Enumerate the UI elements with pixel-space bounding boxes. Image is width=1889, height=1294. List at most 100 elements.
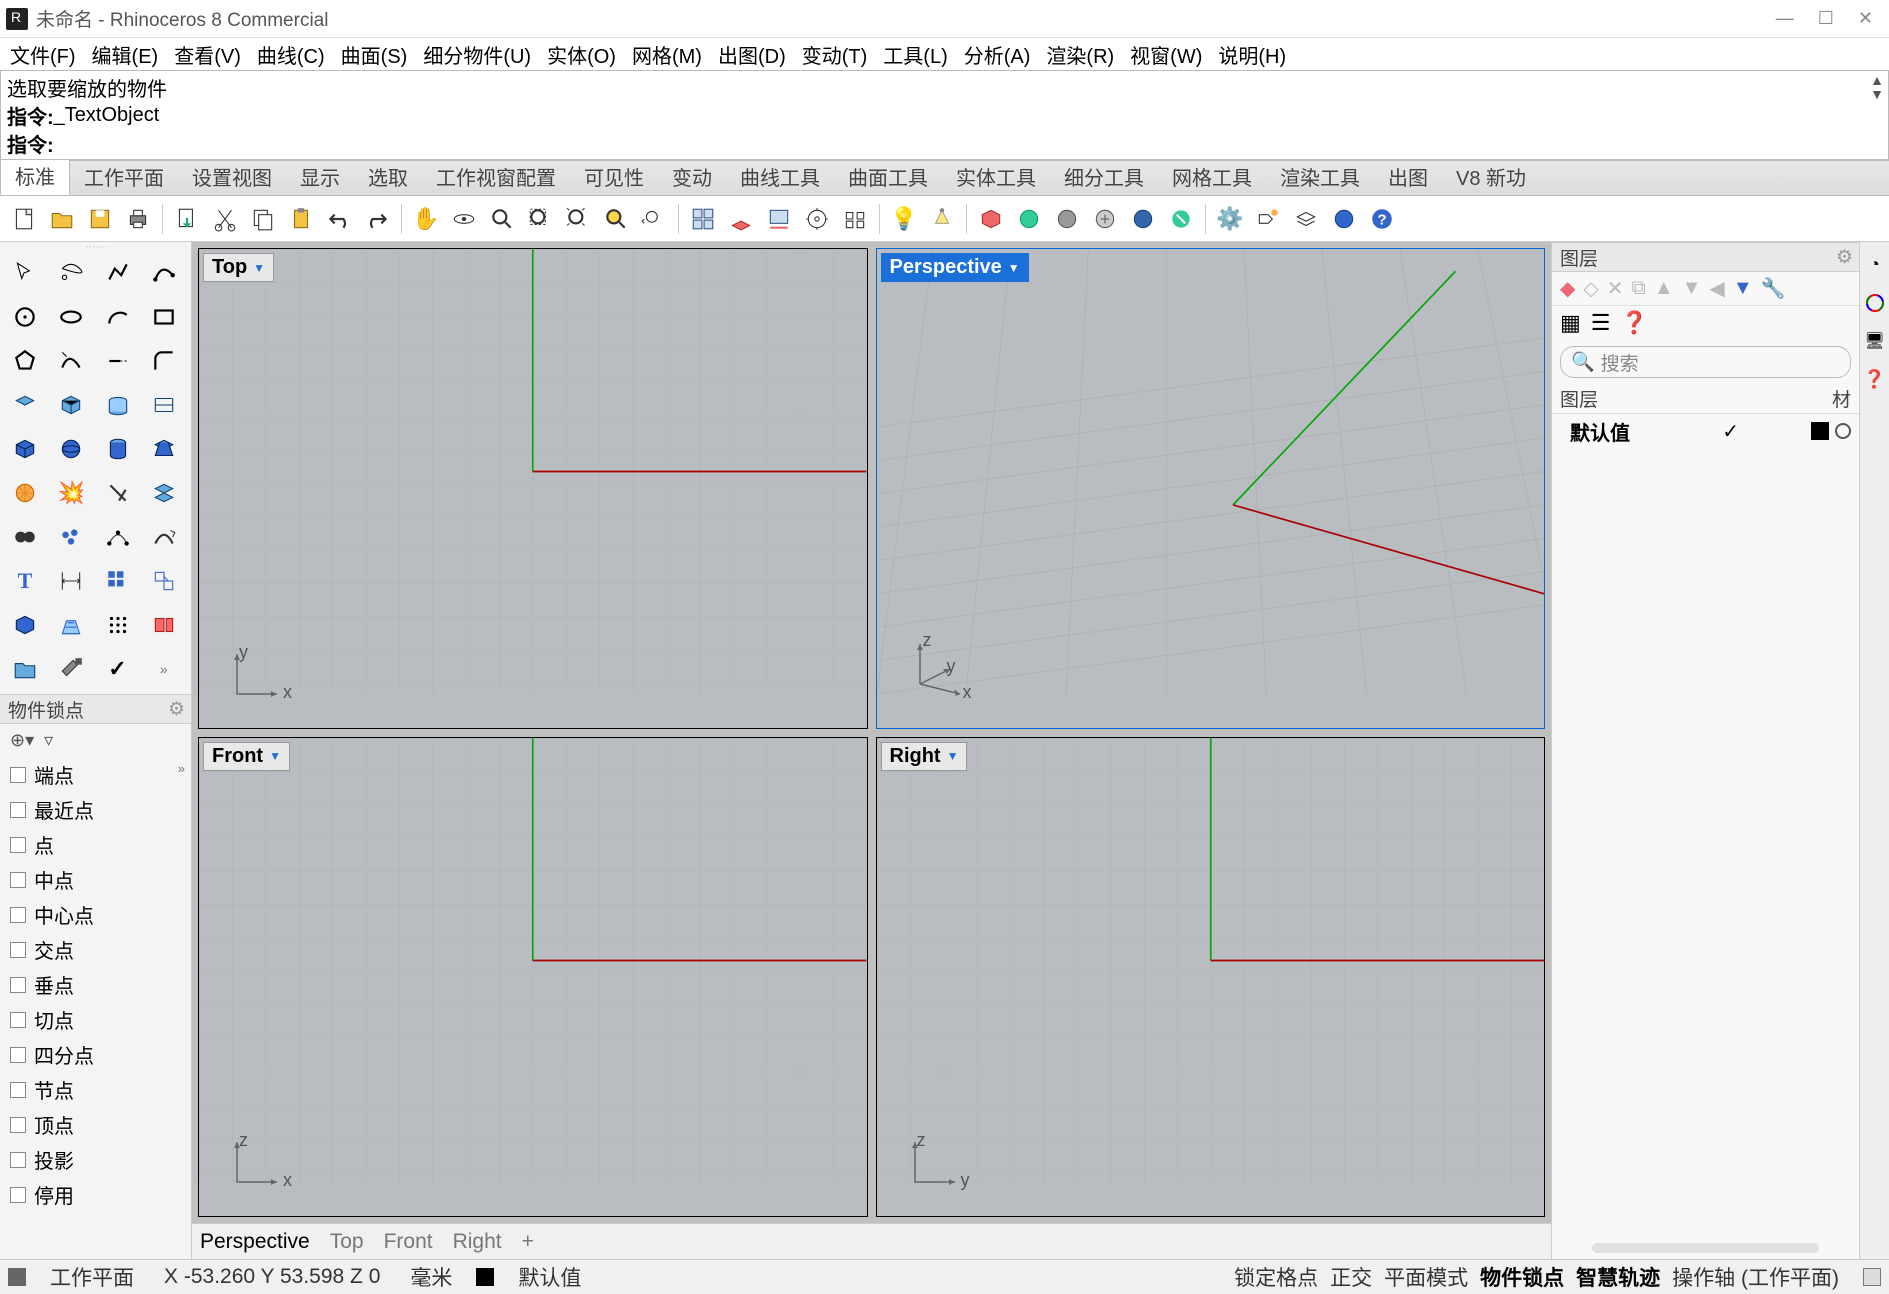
group-tool[interactable] bbox=[50, 516, 92, 558]
edit-tool[interactable] bbox=[143, 604, 185, 646]
move-left-icon[interactable]: ◀ bbox=[1709, 276, 1724, 301]
layer-row-default[interactable]: 默认值 ✓ bbox=[1552, 414, 1859, 448]
layer-column-header[interactable]: 图层 bbox=[1560, 385, 1598, 412]
status-toggle[interactable]: 智慧轨迹 bbox=[1570, 1265, 1666, 1292]
menu-item[interactable]: 出图(D) bbox=[712, 39, 792, 70]
toolbar-tab[interactable]: 出图 bbox=[1374, 158, 1442, 195]
ellipse-tool[interactable] bbox=[50, 296, 92, 338]
checkbox[interactable] bbox=[10, 1047, 26, 1063]
hammer-tool[interactable] bbox=[50, 648, 92, 690]
technical-button[interactable] bbox=[1125, 201, 1161, 237]
curve-from-object-tool[interactable] bbox=[50, 340, 92, 382]
move-down-icon[interactable]: ▼ bbox=[1682, 277, 1702, 300]
checkbox[interactable] bbox=[10, 1187, 26, 1203]
menu-item[interactable]: 视窗(W) bbox=[1124, 39, 1208, 70]
checkbox[interactable] bbox=[10, 1117, 26, 1133]
dot-grid-tool[interactable] bbox=[97, 604, 139, 646]
viewport-tab[interactable]: Perspective bbox=[200, 1230, 310, 1254]
show-hide-button[interactable] bbox=[837, 201, 873, 237]
lasso-tool[interactable] bbox=[50, 252, 92, 294]
command-area[interactable]: 选取要缩放的物件 指令: _TextObject 指令: ▲▼ bbox=[0, 70, 1889, 160]
join-tool[interactable] bbox=[4, 516, 46, 558]
options-button[interactable]: ⚙️ bbox=[1212, 201, 1248, 237]
named-view-button[interactable] bbox=[799, 201, 835, 237]
list-view-icon[interactable]: ☰ bbox=[1591, 310, 1611, 336]
status-toggle[interactable]: 正交 bbox=[1324, 1265, 1378, 1292]
ghosted-button[interactable] bbox=[1049, 201, 1085, 237]
toolbar-tab[interactable]: 标准 bbox=[0, 156, 70, 195]
toolbar-tab[interactable]: 曲面工具 bbox=[834, 158, 942, 195]
menu-item[interactable]: 实体(O) bbox=[541, 39, 622, 70]
checkbox[interactable] bbox=[10, 907, 26, 923]
pan-button[interactable]: ✋ bbox=[408, 201, 444, 237]
toolbar-tab[interactable]: 工作平面 bbox=[70, 158, 178, 195]
viewport-top[interactable]: Top▼ y x bbox=[198, 248, 868, 729]
zoom-extents-button[interactable] bbox=[560, 201, 596, 237]
viewport-tab[interactable]: Right bbox=[453, 1230, 502, 1254]
redo-button[interactable] bbox=[359, 201, 395, 237]
undo-button[interactable] bbox=[321, 201, 357, 237]
polygon-tool[interactable] bbox=[4, 340, 46, 382]
viewport-tab[interactable]: + bbox=[522, 1230, 534, 1254]
viewport-label-top[interactable]: Top▼ bbox=[203, 253, 274, 282]
properties-button[interactable] bbox=[1250, 201, 1286, 237]
display-tab-icon[interactable]: 🖥 bbox=[1864, 331, 1884, 351]
xray-button[interactable] bbox=[1087, 201, 1123, 237]
osnap-item[interactable]: 四分点 bbox=[0, 1037, 191, 1072]
status-toggle[interactable]: 锁定格点 bbox=[1228, 1265, 1324, 1292]
open-tool[interactable] bbox=[4, 648, 46, 690]
checkbox[interactable] bbox=[10, 977, 26, 993]
rectangle-tool[interactable] bbox=[143, 296, 185, 338]
properties-tab-icon[interactable]: ◔ bbox=[1869, 254, 1880, 275]
extend-curve-tool[interactable] bbox=[97, 340, 139, 382]
trim-tool[interactable] bbox=[97, 472, 139, 514]
shaded-button[interactable] bbox=[973, 201, 1009, 237]
tools-icon[interactable]: 🔧 bbox=[1761, 276, 1786, 301]
osnap-item[interactable]: 投影 bbox=[0, 1142, 191, 1177]
checkbox[interactable] bbox=[10, 802, 26, 818]
gear-icon[interactable]: ⚙ bbox=[168, 698, 185, 721]
checkbox[interactable] bbox=[10, 942, 26, 958]
osnap-item[interactable]: 切点 bbox=[0, 1002, 191, 1037]
close-button[interactable]: ✕ bbox=[1858, 8, 1873, 29]
toolbar-tab[interactable]: 渲染工具 bbox=[1266, 158, 1374, 195]
menu-item[interactable]: 说明(H) bbox=[1212, 39, 1292, 70]
text-tool[interactable]: T bbox=[4, 560, 46, 602]
spotlight-button[interactable] bbox=[924, 201, 960, 237]
osnap-item[interactable]: 停用 bbox=[0, 1177, 191, 1212]
osnap-item[interactable]: 节点 bbox=[0, 1072, 191, 1107]
status-record-icon[interactable] bbox=[8, 1268, 26, 1286]
explode-tool[interactable]: 💥 bbox=[50, 472, 92, 514]
status-cplane[interactable]: 工作平面 bbox=[44, 1260, 140, 1294]
polyline-tool[interactable] bbox=[97, 252, 139, 294]
rotate-view-button[interactable] bbox=[446, 201, 482, 237]
checkbox[interactable] bbox=[10, 872, 26, 888]
scroll-down-icon[interactable]: ▼ bbox=[1870, 87, 1884, 101]
layers-button[interactable] bbox=[1288, 201, 1324, 237]
new-layer-icon[interactable]: ◆ bbox=[1560, 276, 1575, 301]
rendered-button[interactable] bbox=[1011, 201, 1047, 237]
toolbar-tab[interactable]: 曲线工具 bbox=[726, 158, 834, 195]
zoom-dynamic-button[interactable] bbox=[484, 201, 520, 237]
import-button[interactable] bbox=[169, 201, 205, 237]
filter-icon[interactable]: ▼ bbox=[1733, 277, 1753, 300]
osnap-item[interactable]: 顶点 bbox=[0, 1107, 191, 1142]
osnap-item[interactable]: 端点 bbox=[0, 757, 191, 792]
status-toggle[interactable]: 物件锁点 bbox=[1474, 1265, 1570, 1292]
points-on-tool[interactable] bbox=[97, 516, 139, 558]
render-button[interactable] bbox=[1326, 201, 1362, 237]
new-file-button[interactable] bbox=[6, 201, 42, 237]
paste-button[interactable] bbox=[283, 201, 319, 237]
osnap-item[interactable]: 点 bbox=[0, 827, 191, 862]
undo-view-button[interactable] bbox=[636, 201, 672, 237]
move-tool[interactable] bbox=[143, 516, 185, 558]
viewport-front[interactable]: Front▼ z x bbox=[198, 737, 868, 1218]
osnap-panel-header[interactable]: 物件锁点 ⚙ bbox=[0, 694, 191, 724]
arc-tool[interactable] bbox=[97, 296, 139, 338]
checkbox[interactable] bbox=[10, 1012, 26, 1028]
checkbox[interactable] bbox=[10, 837, 26, 853]
layer-search[interactable]: 🔍 搜索 bbox=[1560, 346, 1851, 378]
dimension-tool[interactable] bbox=[50, 560, 92, 602]
snap-grid-tool[interactable] bbox=[50, 604, 92, 646]
layer-material-icon[interactable] bbox=[1835, 423, 1851, 439]
